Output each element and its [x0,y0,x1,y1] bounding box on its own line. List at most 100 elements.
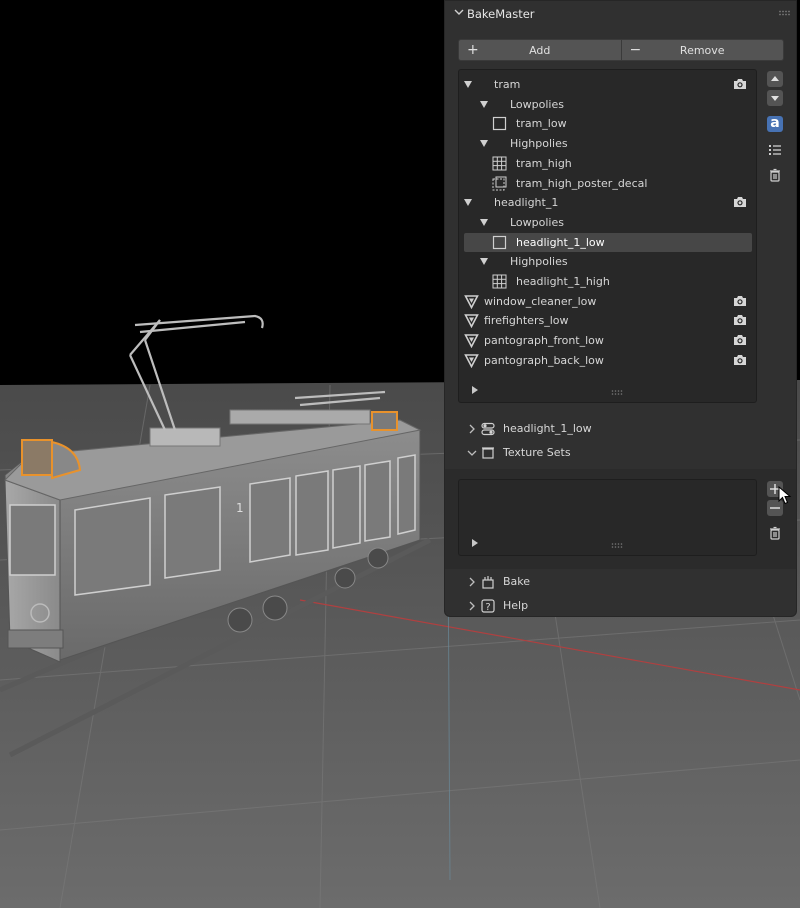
subpanel-bake-label: Bake [503,575,531,588]
texture-icon [482,447,494,459]
expand-filter-icon[interactable] [472,539,478,547]
tree-row[interactable]: tram [464,75,752,94]
tree-row[interactable]: Highpolies [464,252,752,271]
camera-icon[interactable] [733,295,747,307]
tree-row-label: pantograph_back_low [484,353,604,367]
tree-row-label: Highpolies [510,137,568,151]
tree-row[interactable]: tram_high_poster_decal [464,174,752,193]
chevron-down-icon [467,450,477,456]
camera-icon[interactable] [733,354,747,366]
mesh-triangle-icon [464,314,479,329]
tree-row[interactable]: Lowpolies [464,95,752,114]
mesh-triangle-icon [464,294,479,309]
camera-icon[interactable] [733,196,747,208]
tree-row[interactable]: headlight_1_high [464,272,752,291]
chevron-right-icon [469,601,475,611]
decal-icon [492,176,507,190]
trash-icon [770,526,780,540]
trash-icon [770,168,780,182]
tree-row[interactable]: Lowpolies [464,213,752,232]
tree-row-label: tram_high [516,156,572,170]
tree-row-label: tram [494,78,521,91]
expand-triangle-icon[interactable] [480,140,488,148]
tree-row-label: window_cleaner_low [484,294,597,308]
camera-icon[interactable] [733,314,747,326]
add-label: Add [529,43,551,57]
tree-row[interactable]: headlight_1_low [464,232,752,252]
add-remove-row: + Add − Remove [458,39,784,61]
expand-triangle-icon[interactable] [480,100,488,108]
chevron-right-icon [469,424,475,434]
panel-header[interactable]: BakeMaster [445,1,796,27]
camera-icon[interactable] [733,334,747,346]
arrow-down-icon [771,96,779,101]
resize-grip-icon[interactable] [611,390,623,395]
bakemaster-panel: BakeMaster + Add − Remove tram Lowpolies t… [444,0,797,617]
checkbox-icon [492,117,507,131]
help-icon: ? [481,599,495,613]
tree-row-label: headlight_1_low [516,235,605,249]
drag-grip-icon[interactable] [778,10,790,16]
tree-row[interactable]: tram_low [464,114,752,133]
tree-row-label: tram_low [516,117,567,131]
svg-text:?: ? [485,602,490,613]
tree-row[interactable]: window_cleaner_low [464,292,752,311]
tree-row-label: pantograph_front_low [484,334,604,348]
tree-row-label: tram_high_poster_decal [516,176,648,190]
container-tree-list[interactable]: tram Lowpolies tram_low Highpolies tram_high… [458,69,757,403]
texture-sets-list[interactable] [458,479,757,556]
tree-row-label: headlight_1_high [516,275,610,288]
texture-trash-button[interactable] [767,525,783,541]
bake-icon [482,576,494,589]
checkbox-icon [492,235,507,249]
tree-row-label: headlight_1 [494,196,559,210]
auto-name-button[interactable]: a [767,116,783,132]
arrow-up-icon [771,76,779,81]
tree-row[interactable]: firefighters_low [464,311,752,330]
mesh-triangle-icon [464,353,479,368]
expand-triangle-icon[interactable] [464,81,472,88]
camera-icon[interactable] [733,78,747,90]
grid-mesh-icon [492,274,507,289]
resize-grip-icon[interactable] [611,543,623,548]
tree-row-label: firefighters_low [484,314,569,328]
expand-triangle-icon[interactable] [464,199,472,207]
subpanel-help[interactable]: ? Help [445,595,796,617]
svg-text:1: 1 [236,501,244,515]
list-icon-button[interactable] [767,142,783,158]
remove-button[interactable]: − Remove [621,39,784,61]
subpanel-bake[interactable]: Bake [445,571,796,593]
tree-row[interactable]: tram_high [464,154,752,173]
bullet-list-icon [769,145,781,155]
subpanel-texture-sets-label: Texture Sets [503,446,571,459]
mouse-cursor-icon [778,486,792,505]
tree-row[interactable]: pantograph_back_low [464,351,752,370]
tree-row-label: Highpolies [510,255,568,269]
subpanel-texture-sets[interactable]: Texture Sets [445,442,796,464]
minus-icon: − [629,42,642,58]
chevron-right-icon [469,577,475,587]
move-up-button[interactable] [767,71,783,87]
expand-triangle-icon[interactable] [480,218,488,226]
tree-row-label: Lowpolies [510,97,564,111]
trash-button[interactable] [767,167,783,183]
expand-filter-icon[interactable] [472,386,478,394]
mesh-triangle-icon [464,334,479,349]
subpanel-object-label: headlight_1_low [503,422,592,435]
chevron-down-icon[interactable] [454,7,464,17]
expand-triangle-icon[interactable] [480,258,488,266]
tree-row[interactable]: pantograph_front_low [464,331,752,350]
plus-icon: + [467,42,479,58]
toggle-settings-icon [481,422,495,436]
add-button[interactable]: + Add [458,39,622,61]
tree-row[interactable]: headlight_1 [464,193,752,212]
subpanel-object[interactable]: headlight_1_low [445,418,796,440]
panel-title: BakeMaster [467,7,535,21]
tree-row[interactable]: Highpolies [464,134,752,153]
grid-mesh-icon [492,156,507,171]
headlight-selected [21,439,53,476]
remove-label: Remove [679,43,725,57]
subpanel-help-label: Help [503,599,529,612]
move-down-button[interactable] [767,90,783,106]
tree-row-label: Lowpolies [510,215,564,229]
